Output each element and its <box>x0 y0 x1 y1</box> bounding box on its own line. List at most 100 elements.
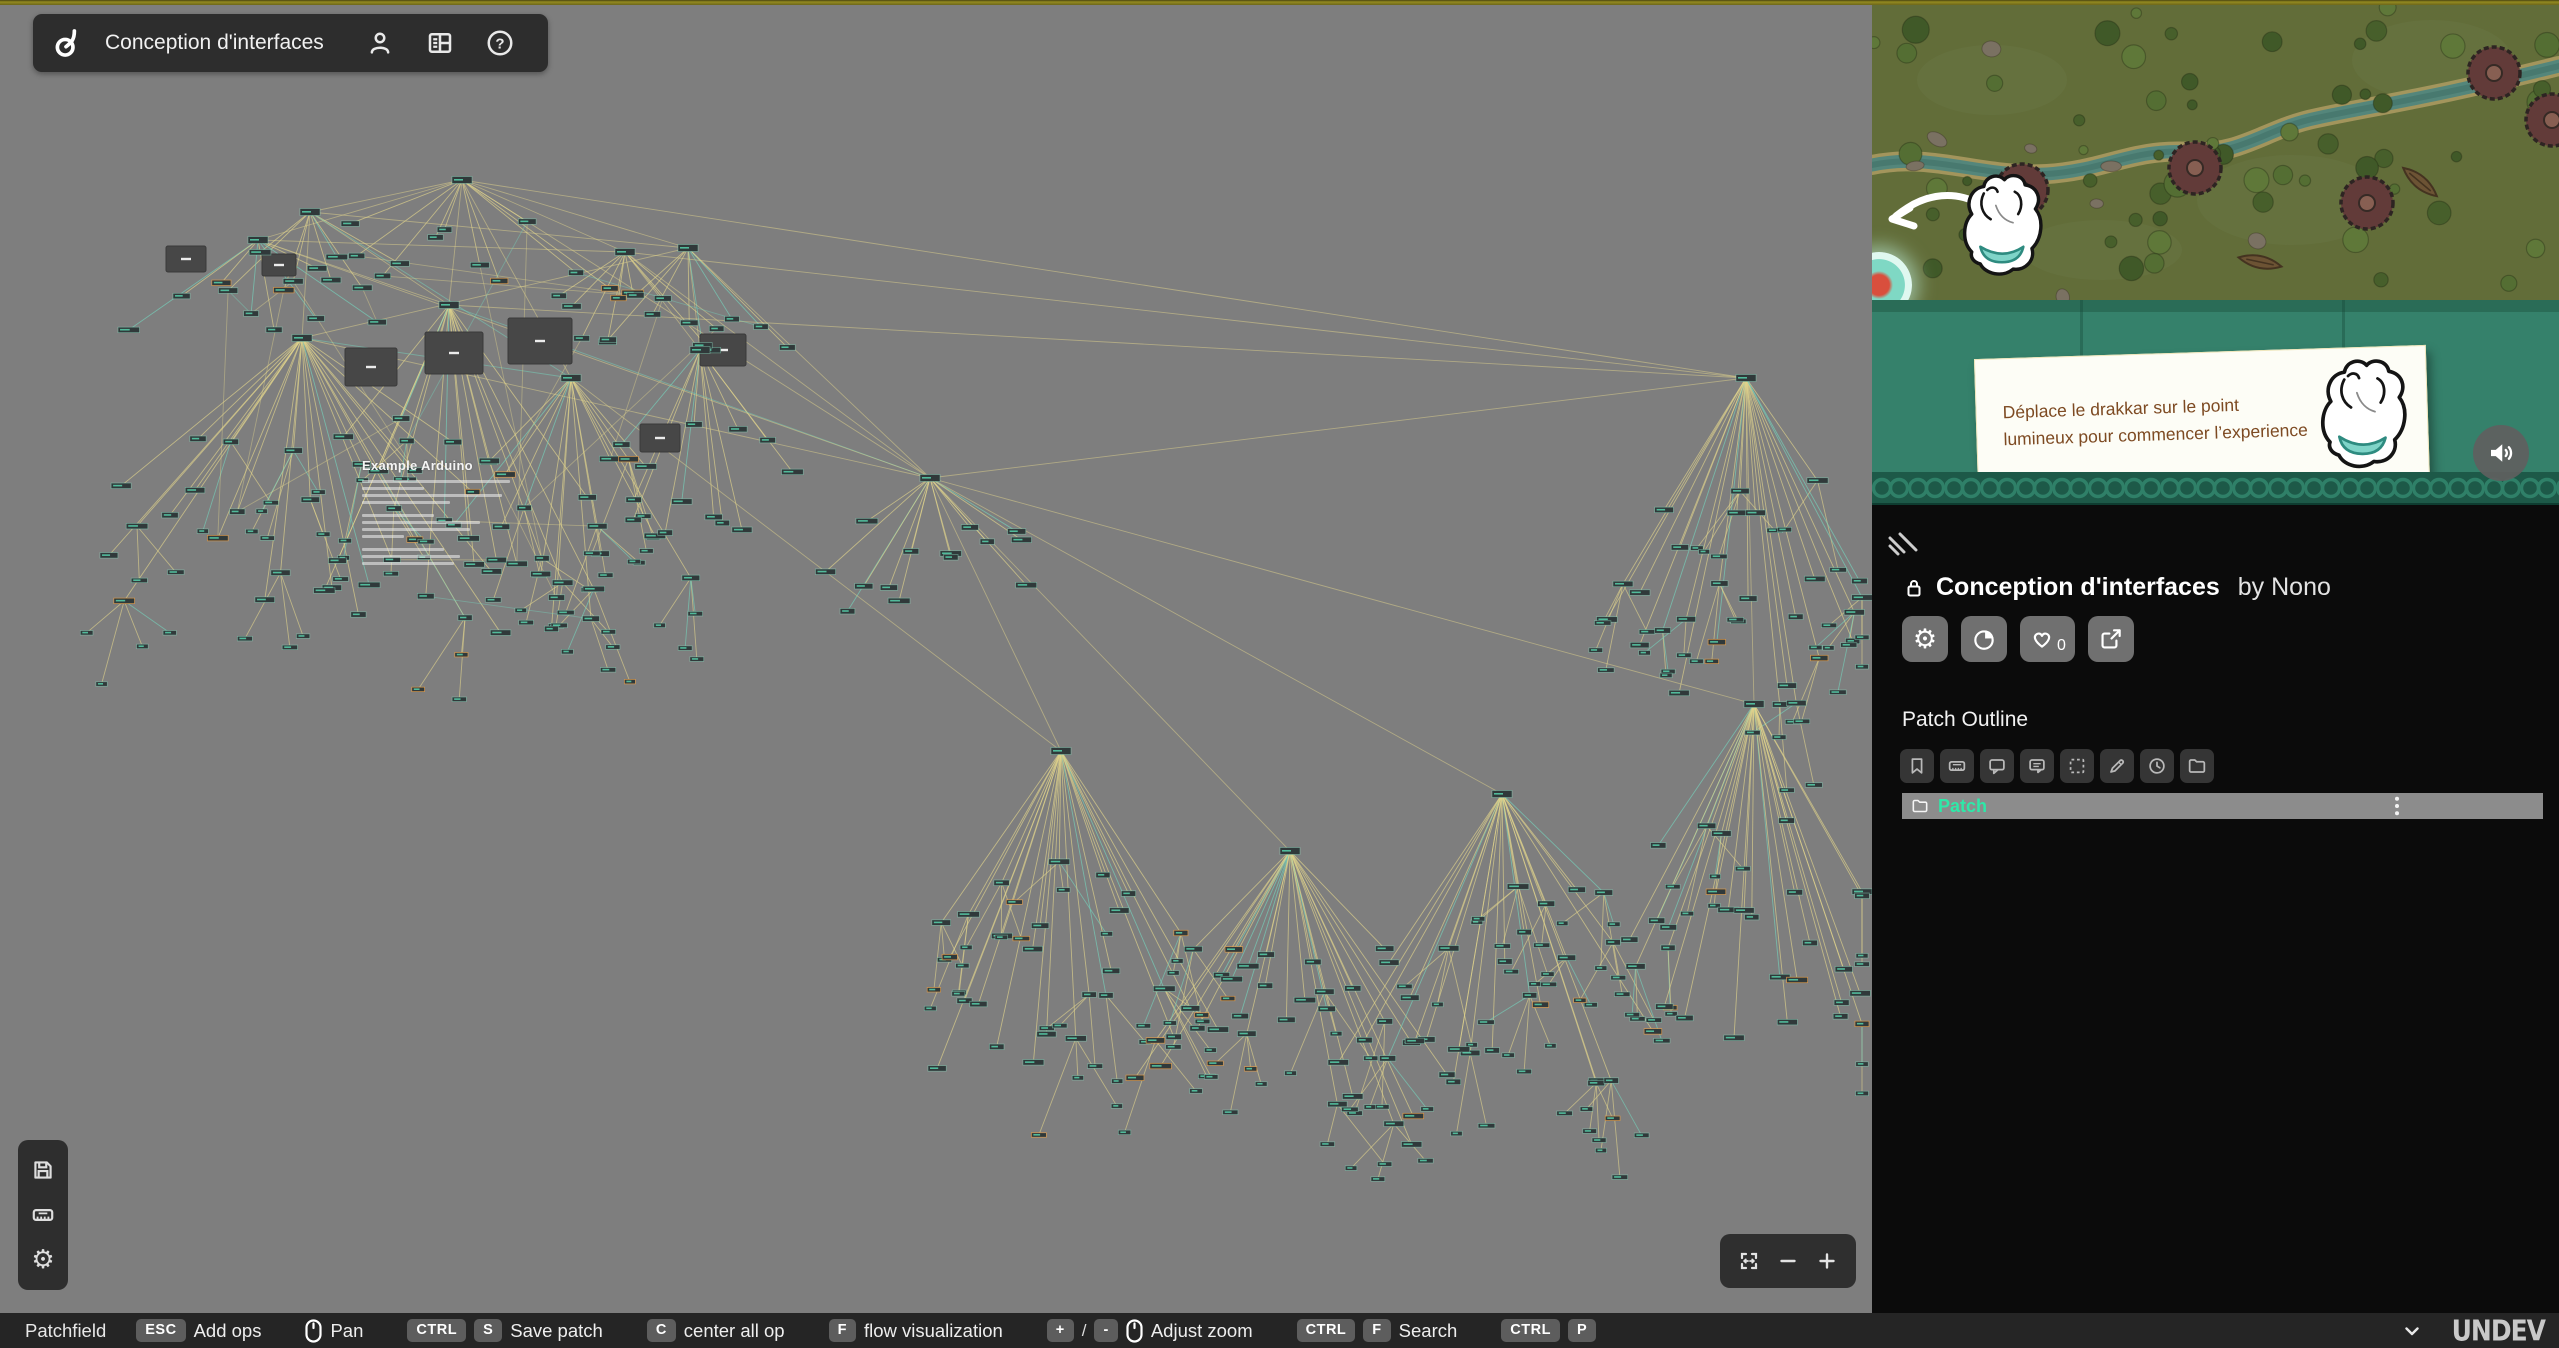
outline-filter-toolbar <box>1900 749 2214 783</box>
patch-canvas[interactable]: Example Arduino <box>0 0 1880 1313</box>
external-link-icon <box>2098 626 2124 652</box>
keycap-f: F <box>1363 1319 1390 1341</box>
shortcut-label: Save patch <box>510 1320 603 1342</box>
shortcut-item: CTRLSSave patch <box>407 1319 602 1341</box>
svg-text:?: ? <box>495 35 504 52</box>
note-icon <box>2026 755 2048 777</box>
canvas-comment-title: Example Arduino <box>362 458 592 473</box>
user-icon[interactable] <box>365 28 395 58</box>
areas-filter-button[interactable] <box>2060 749 2094 783</box>
project-title: Conception d'interfaces <box>1936 573 2220 602</box>
selection-area-icon <box>2066 755 2088 777</box>
comment-text-line <box>362 548 444 551</box>
open-external-button[interactable] <box>2088 616 2134 662</box>
keycap-+: + <box>1047 1319 1074 1341</box>
comment-text-line <box>362 535 404 538</box>
op-chip-icon <box>1946 755 1968 777</box>
shortcut-label: Add ops <box>194 1320 262 1342</box>
settings-button[interactable]: ⚙ <box>1902 616 1948 662</box>
shortcut-item: Ccenter all op <box>647 1319 785 1341</box>
stats-button[interactable] <box>1961 616 2007 662</box>
drakkar-illustration <box>2310 355 2414 477</box>
app-name: Patchfield <box>25 1320 106 1342</box>
keycap-p: P <box>1568 1319 1596 1341</box>
project-header: Conception d'interfaces by Nono <box>1902 573 2331 602</box>
kebab-menu-icon <box>2392 796 2402 816</box>
preview-map <box>1872 0 2559 300</box>
canvas-comment-body <box>362 480 592 565</box>
mouse-icon <box>1126 1319 1143 1343</box>
pen-filter-button[interactable] <box>2100 749 2134 783</box>
shortcut-label: Adjust zoom <box>1151 1320 1253 1342</box>
keycap--: - <box>1094 1319 1117 1341</box>
like-count: 0 <box>2057 637 2066 655</box>
fit-view-icon[interactable] <box>1737 1249 1761 1273</box>
help-icon[interactable]: ? <box>485 28 515 58</box>
patch-title: Conception d'interfaces <box>105 31 324 55</box>
right-panel: Déplace le drakkar sur le point lumineux… <box>1872 0 2559 1313</box>
cables-logo <box>51 26 85 60</box>
shortcut-item: CTRLFSearch <box>1297 1319 1458 1341</box>
status-bar: Patchfield ESC Add ops Pan CTRL S Save patch C… <box>0 1313 2559 1348</box>
panel-resize-grip[interactable] <box>1886 528 1920 560</box>
patch-row-menu[interactable] <box>2384 794 2402 818</box>
outline-patch-row[interactable]: Patch <box>1902 793 2543 819</box>
shortcut-hints: ESC Add ops Pan CTRL S Save patch Ccenter all … <box>136 1319 1640 1343</box>
zoom-out-icon[interactable] <box>1776 1249 1800 1273</box>
patch-preview[interactable]: Déplace le drakkar sur le point lumineux… <box>1872 0 2559 505</box>
zoom-in-icon[interactable] <box>1815 1249 1839 1273</box>
timeline-icon[interactable] <box>30 1202 56 1228</box>
shortcut-label: center all op <box>684 1320 785 1342</box>
knot-pattern-band <box>1872 472 2559 505</box>
shortcut-label: flow visualization <box>864 1320 1003 1342</box>
shortcut-item: Fflow visualization <box>829 1319 1003 1341</box>
bookmark-filter-button[interactable] <box>1900 749 1934 783</box>
keycap-s: S <box>474 1319 502 1341</box>
ops-filter-button[interactable] <box>1940 749 1974 783</box>
patch-outline-title: Patch Outline <box>1902 708 2028 732</box>
like-button[interactable]: 0 <box>2020 616 2075 662</box>
pie-icon <box>1971 626 1997 652</box>
keycap-f: F <box>829 1319 856 1341</box>
comment-text-line <box>362 521 480 524</box>
node-graph[interactable] <box>0 0 1880 1313</box>
top-accent-bar <box>0 0 2559 5</box>
comment-text-line <box>362 555 460 558</box>
timed-filter-button[interactable] <box>2140 749 2174 783</box>
layout-icon[interactable] <box>425 28 455 58</box>
gear-icon[interactable]: ⚙ <box>31 1247 54 1273</box>
shortcut-item: ESC Add ops <box>136 1319 261 1341</box>
keycap-c: C <box>647 1319 676 1341</box>
patch-row-label: Patch <box>1938 796 1987 817</box>
save-icon[interactable] <box>30 1157 56 1183</box>
shortcut-item: +/-Adjust zoom <box>1047 1319 1253 1343</box>
comment-icon <box>1986 755 2008 777</box>
mute-button[interactable] <box>2473 425 2529 481</box>
keycap-esc: ESC <box>136 1319 185 1341</box>
zoom-controls <box>1720 1234 1856 1288</box>
comment-text-line <box>362 501 450 504</box>
comment-text-line <box>362 528 470 531</box>
undev-logo: UNDEV <box>2452 1314 2545 1347</box>
bookmark-icon <box>1906 755 1928 777</box>
instruction-text: Déplace le drakkar sur le point lumineux… <box>2002 389 2314 453</box>
speaker-icon <box>2486 438 2516 468</box>
comment-text-line <box>362 487 424 490</box>
drakkar-piece[interactable] <box>1958 168 2044 286</box>
notes-filter-button[interactable] <box>2020 749 2054 783</box>
comment-text-line <box>362 514 434 517</box>
shortcut-label: Search <box>1399 1320 1458 1342</box>
shortcut-item: CTRL P <box>1501 1319 1596 1341</box>
pen-icon <box>2106 755 2128 777</box>
keycap-ctrl: CTRL <box>1501 1319 1560 1341</box>
gear-icon: ⚙ <box>1913 624 1937 655</box>
comment-text-line <box>362 480 510 483</box>
comments-filter-button[interactable] <box>1980 749 2014 783</box>
folder-icon <box>1910 796 1930 816</box>
folder-icon <box>2186 755 2208 777</box>
shortcut-label: Pan <box>330 1320 363 1342</box>
main-toolbar: Conception d'interfaces ? <box>33 14 548 72</box>
canvas-comment[interactable]: Example Arduino <box>362 458 592 569</box>
folders-filter-button[interactable] <box>2180 749 2214 783</box>
chevron-down-icon[interactable] <box>2400 1319 2424 1343</box>
